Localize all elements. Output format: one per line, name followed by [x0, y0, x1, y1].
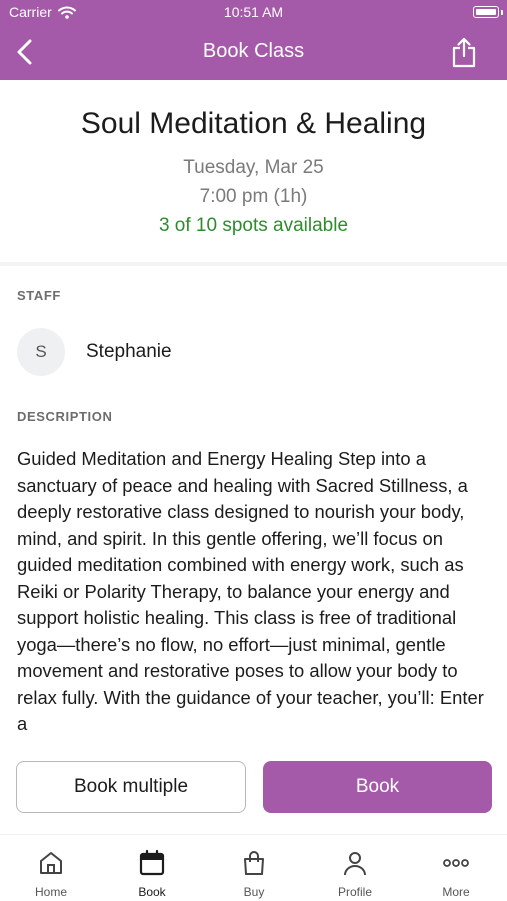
battery-cap [501, 10, 503, 15]
staff-name: Stephanie [86, 341, 172, 362]
book-multiple-button[interactable]: Book multiple [16, 761, 246, 813]
home-icon [40, 852, 62, 874]
section-divider [0, 262, 507, 266]
staff-row[interactable]: S Stephanie [17, 327, 172, 377]
status-time: 10:51 AM [223, 4, 284, 20]
description-section-label: DESCRIPTION [17, 409, 113, 424]
tab-label-buy: Buy [243, 885, 265, 899]
tab-label-home: Home [34, 885, 67, 899]
book-button[interactable]: Book [263, 761, 492, 813]
availability-text: 3 of 10 spots available [158, 215, 349, 236]
page-title: Book Class [202, 40, 305, 62]
tab-book[interactable]: Book [112, 835, 192, 901]
navigation-bar: Book Class [0, 24, 507, 80]
person-icon [344, 852, 366, 876]
staff-section-label: STAFF [17, 288, 61, 303]
tab-buy[interactable]: Buy [214, 835, 294, 901]
shopping-bag-icon [244, 851, 264, 875]
description-text: Guided Meditation and Energy Healing Ste… [17, 448, 484, 734]
class-title: Soul Meditation & Healing [80, 107, 427, 140]
class-header: Soul Meditation & Healing Tuesday, Mar 2… [0, 80, 507, 263]
tab-label-more: More [442, 885, 470, 899]
top-bar: Carrier 10:51 AM Book Class [0, 0, 507, 80]
class-time: 7:00 pm (1h) [199, 186, 308, 207]
more-dots-icon [443, 859, 469, 867]
tab-home[interactable]: Home [11, 835, 91, 901]
battery-icon [473, 6, 499, 18]
tab-bar: Home Book Buy Profile More [0, 834, 507, 901]
tab-label-profile: Profile [337, 885, 372, 899]
avatar: S [17, 328, 65, 376]
share-icon[interactable] [451, 36, 477, 68]
calendar-icon [139, 849, 165, 876]
tab-label-book: Book [138, 885, 166, 899]
class-date: Tuesday, Mar 25 [183, 157, 324, 178]
tab-more[interactable]: More [416, 835, 496, 901]
status-bar: Carrier 10:51 AM [0, 0, 507, 24]
tab-profile[interactable]: Profile [315, 835, 395, 901]
